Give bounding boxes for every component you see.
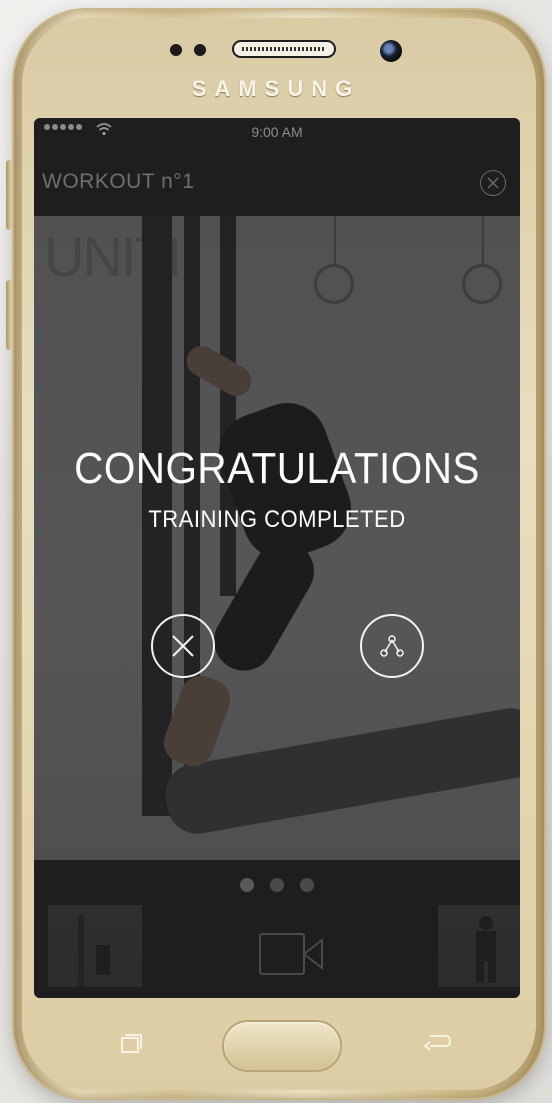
sensor-dot: [194, 44, 206, 56]
status-time: 9:00 AM: [251, 124, 303, 140]
workout-title: WORKOUT n°1: [42, 170, 195, 193]
volume-button-lower: [6, 280, 12, 350]
training-completed-subtitle: TRAINING COMPLETED: [148, 506, 406, 533]
page-indicator: [34, 878, 520, 892]
page-dot[interactable]: [240, 878, 254, 892]
home-button[interactable]: [222, 1020, 342, 1072]
earpiece-speaker: [232, 40, 336, 58]
dismiss-button[interactable]: [151, 614, 215, 678]
dim-overlay: [34, 118, 520, 998]
close-icon: [172, 635, 194, 657]
brand-logo: SAMSUNG: [191, 76, 361, 101]
page-dot[interactable]: [300, 878, 314, 892]
close-circle-icon[interactable]: [480, 170, 506, 196]
workout-header: WORKOUT n°1: [34, 162, 520, 206]
share-icon: [380, 635, 404, 657]
video-camera-icon[interactable]: [258, 932, 324, 980]
screen: UNITI: [34, 118, 520, 998]
sensor-dot: [170, 44, 182, 56]
share-button[interactable]: [360, 614, 424, 678]
front-camera: [380, 40, 402, 62]
volume-button: [6, 160, 12, 230]
congratulations-title: CONGRATULATIONS: [74, 444, 480, 493]
page-dot[interactable]: [270, 878, 284, 892]
recent-apps-key[interactable]: [116, 1032, 146, 1060]
status-bar: 9:00 AM: [34, 118, 520, 146]
back-key[interactable]: [420, 1032, 454, 1060]
